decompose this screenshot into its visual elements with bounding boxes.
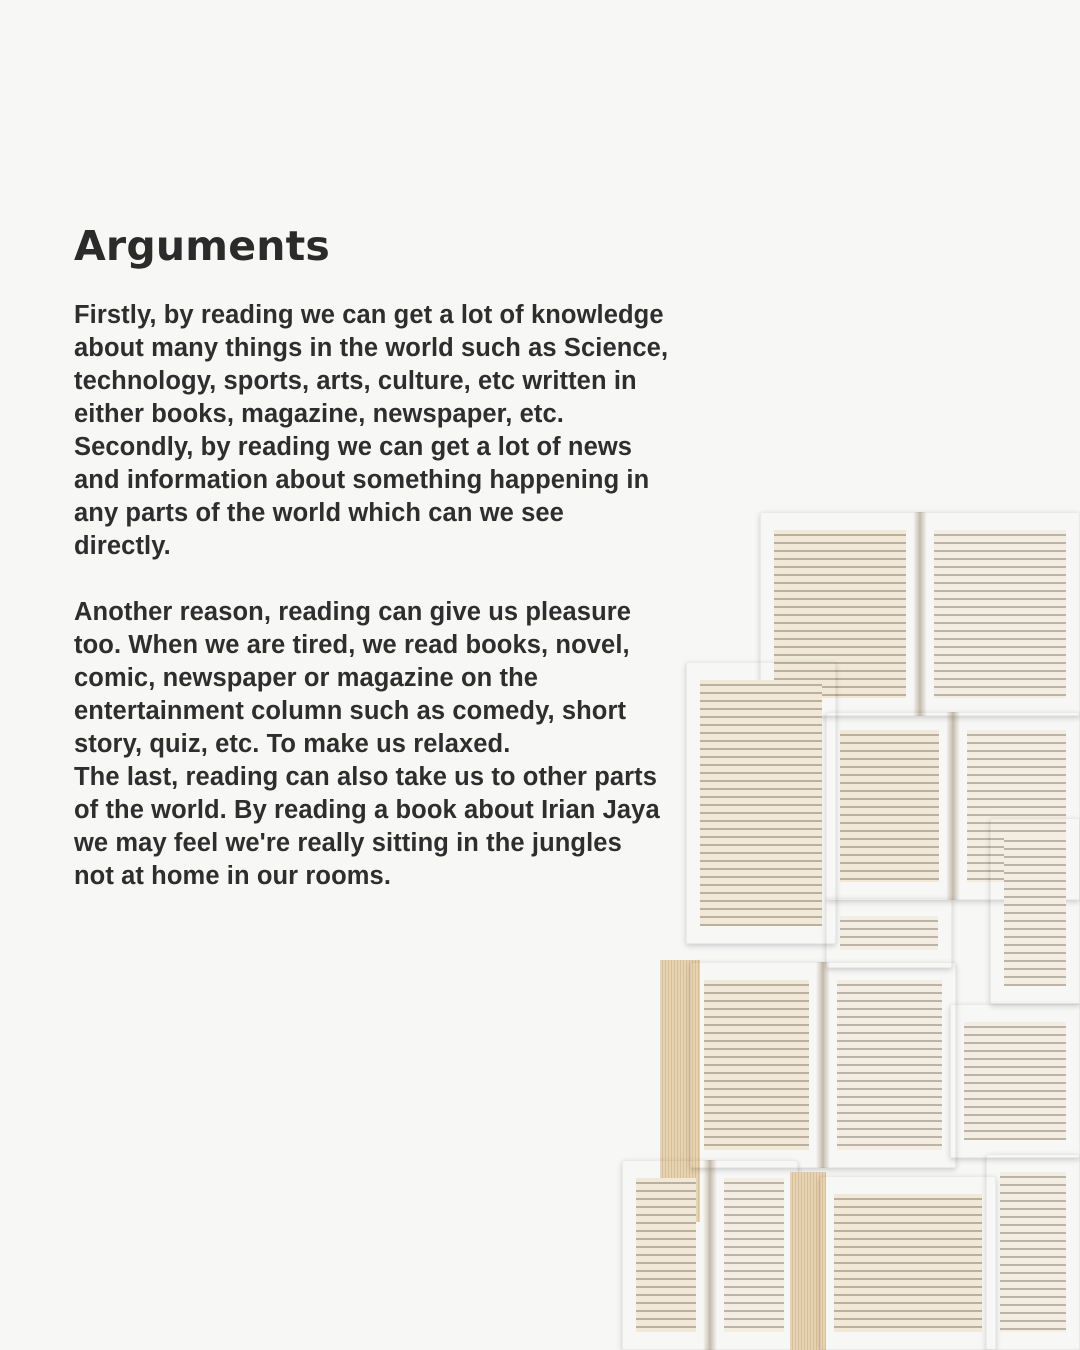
book-page: [826, 712, 953, 900]
open-book: [950, 1004, 1080, 1158]
open-book: [686, 662, 836, 944]
open-book: [690, 962, 956, 1168]
paragraph-1-line: about many things in the world such as S…: [74, 334, 669, 362]
book-page: [826, 898, 952, 968]
book-page: [760, 512, 920, 716]
paragraph-2-line: of the world. By reading a book about Ir…: [74, 796, 660, 824]
book-spine: [913, 512, 927, 716]
book-page: [953, 712, 1080, 900]
book-page: [690, 962, 823, 1168]
paragraph-1-line: any parts of the world which can we see: [74, 499, 564, 527]
open-book: [760, 512, 1080, 716]
open-book: [990, 818, 1080, 1004]
book-spine: [946, 712, 960, 900]
paragraph-2-line: Another reason, reading can give us plea…: [74, 598, 632, 626]
book-page: [990, 818, 1080, 1004]
paragraph-1-line: either books, magazine, newspaper, etc.: [74, 400, 564, 428]
arguments-text: Firstly, by reading we can get a lot of …: [74, 299, 674, 893]
book-page: [686, 662, 836, 944]
book-page: [710, 1160, 798, 1350]
open-book: [986, 1154, 1080, 1350]
paragraph-2-line: entertainment column such as comedy, sho…: [74, 697, 627, 725]
paragraph-2-line: too. When we are tired, we read books, n…: [74, 631, 630, 659]
page-heading: Arguments: [74, 222, 331, 270]
book-page: [622, 1160, 710, 1350]
paragraph-2-line: story, quiz, etc. To make us relaxed.: [74, 730, 511, 758]
paragraph-1-line: Secondly, by reading we can get a lot of…: [74, 433, 633, 461]
open-book: [826, 712, 1080, 900]
open-book: [622, 1160, 798, 1350]
paragraph-1-line: and information about something happenin…: [74, 466, 650, 494]
book-spine: [816, 962, 830, 1168]
book-page: [986, 1154, 1080, 1350]
open-book: [826, 898, 952, 968]
book-page-edges: [790, 1172, 826, 1350]
paragraph-1-line: Firstly, by reading we can get a lot of …: [74, 301, 664, 329]
paragraph-1-line: directly.: [74, 532, 171, 560]
book-page-edges: [660, 960, 700, 1222]
paragraph-2-line: The last, reading can also take us to ot…: [74, 763, 658, 791]
paragraph-1-line: technology, sports, arts, culture, etc w…: [74, 367, 637, 395]
book-page: [820, 1176, 996, 1350]
open-book: [820, 1176, 996, 1350]
book-page: [823, 962, 956, 1168]
book-page: [920, 512, 1080, 716]
paragraph-2-line: we may feel we're really sitting in the …: [74, 829, 622, 857]
book-page: [950, 1004, 1080, 1158]
paragraph-2-line: comic, newspaper or magazine on the: [74, 664, 539, 692]
paragraph-2-line: not at home in our rooms.: [74, 862, 392, 890]
book-spine: [703, 1160, 717, 1350]
